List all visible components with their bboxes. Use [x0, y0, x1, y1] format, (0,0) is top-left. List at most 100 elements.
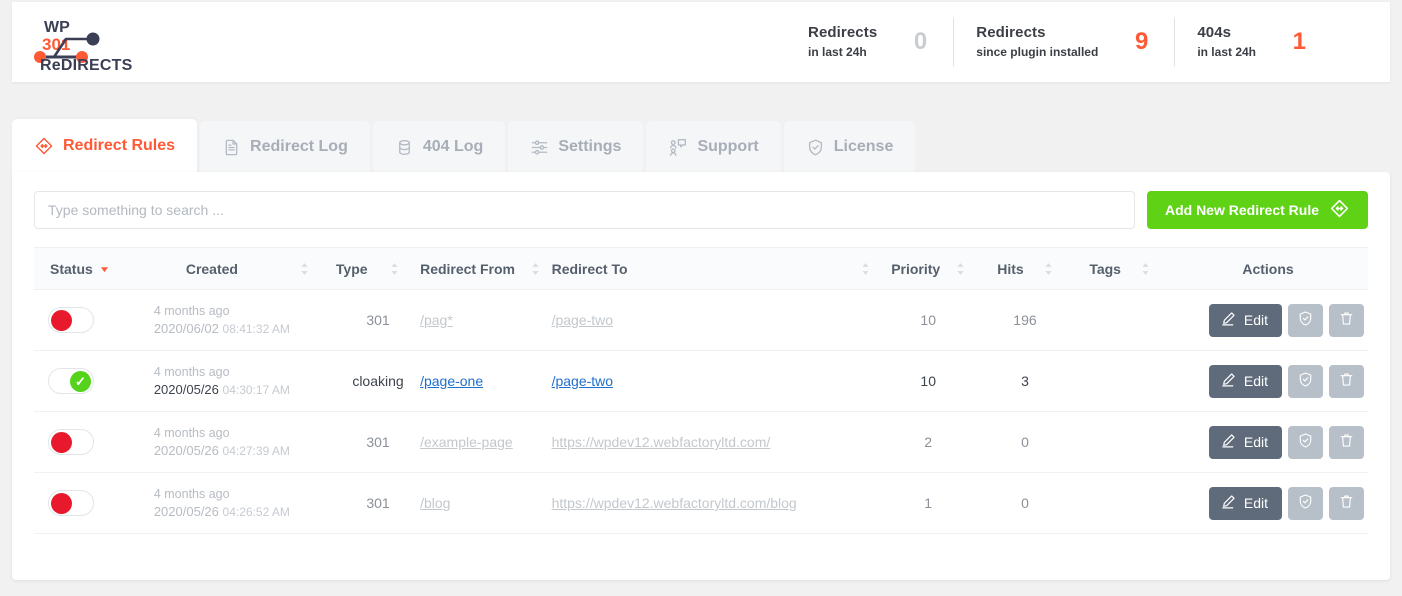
redirect-to-link[interactable]: https://wpdev12.webfactoryltd.com/blog: [552, 495, 797, 511]
shield-check-icon: [1297, 432, 1314, 452]
created-relative: 4 months ago: [153, 364, 230, 379]
sort-icon[interactable]: [390, 262, 399, 276]
cell-actions: Edit: [1168, 289, 1368, 351]
tab-label: 404 Log: [422, 138, 484, 155]
sort-icon[interactable]: [1044, 262, 1053, 276]
col-label: Priority: [891, 260, 941, 277]
sliders-icon: [530, 138, 549, 157]
app-header-bar: WP 301 ReDIRECTS Redirects in last 24h 0…: [12, 2, 1390, 82]
col-label: Hits: [997, 260, 1024, 277]
cell-redirect-from: /example-page: [420, 411, 552, 473]
pencil-icon: [1220, 432, 1237, 452]
add-new-redirect-rule-button[interactable]: Add New Redirect Rule: [1146, 191, 1368, 229]
cell-actions: Edit: [1168, 350, 1368, 412]
cell-redirect-to: https://wpdev12.webfactoryltd.com/blog: [551, 472, 878, 534]
cell-created: 4 months ago 2020/05/26 04:27:39 AM: [151, 411, 336, 473]
sort-icon[interactable]: [531, 262, 540, 276]
edit-label: Edit: [1243, 495, 1268, 511]
toggle-knob: [51, 431, 72, 453]
sort-desc-icon[interactable]: [99, 263, 110, 274]
search-input[interactable]: [34, 191, 1135, 229]
cell-type: cloaking: [335, 350, 421, 412]
sort-icon[interactable]: [300, 262, 309, 276]
col-created[interactable]: Created: [151, 247, 336, 290]
edit-label: Edit: [1243, 312, 1268, 328]
col-hits[interactable]: Hits: [978, 247, 1072, 290]
delete-button[interactable]: [1329, 364, 1364, 398]
tab-label: Support: [697, 138, 759, 155]
status-toggle[interactable]: ✓: [48, 368, 94, 394]
shield-check-icon: [806, 138, 825, 157]
stat-404s-24h: 404s in last 24h 1: [1174, 18, 1332, 66]
redirect-from-link[interactable]: /blog: [420, 495, 450, 511]
status-toggle[interactable]: [48, 307, 94, 333]
toggle-knob: ✓: [70, 370, 91, 392]
cell-tags: [1071, 350, 1169, 412]
redirect-to-link[interactable]: https://wpdev12.webfactoryltd.com/: [552, 434, 771, 450]
redirect-to-link[interactable]: /page-two: [552, 312, 613, 328]
col-label: Status: [50, 260, 93, 277]
svg-text:WP: WP: [44, 19, 70, 36]
header-stats: Redirects in last 24h 0 Redirects since …: [786, 18, 1332, 66]
delete-button[interactable]: [1329, 486, 1364, 520]
shield-check-button[interactable]: [1288, 303, 1323, 337]
edit-button[interactable]: Edit: [1208, 303, 1282, 337]
stat-value: 1: [1292, 28, 1306, 55]
col-status[interactable]: Status: [34, 247, 152, 290]
col-priority[interactable]: Priority: [877, 247, 979, 290]
created-date: 2020/05/26: [153, 503, 219, 519]
shield-check-button[interactable]: [1288, 486, 1323, 520]
col-tags[interactable]: Tags: [1071, 247, 1169, 290]
cell-actions: Edit: [1168, 472, 1368, 534]
cell-tags: [1071, 472, 1169, 534]
tab-redirect-log[interactable]: Redirect Log: [200, 121, 370, 173]
tab-label: Redirect Rules: [63, 137, 176, 154]
status-toggle[interactable]: [48, 429, 94, 455]
trash-icon: [1338, 432, 1355, 452]
stat-subtitle: since plugin installed: [976, 44, 1099, 59]
redirect-from-link[interactable]: /example-page: [420, 434, 513, 450]
cell-status: ✓: [34, 350, 152, 412]
edit-button[interactable]: Edit: [1208, 486, 1282, 520]
col-type[interactable]: Type: [335, 247, 421, 290]
toggle-knob: [51, 492, 72, 514]
pencil-icon: [1220, 493, 1237, 513]
redirect-rules-panel: Add New Redirect Rule Status: [12, 172, 1390, 580]
redirect-rules-table: Status Created Type Redirect From Redire…: [34, 247, 1368, 534]
sort-icon[interactable]: [861, 262, 870, 276]
cell-created: 4 months ago 2020/06/02 08:41:32 AM: [151, 289, 336, 351]
tab-label: Settings: [558, 138, 622, 155]
redirect-to-link[interactable]: /page-two: [552, 373, 613, 389]
col-redirect-from[interactable]: Redirect From: [420, 247, 552, 290]
table-row: 4 months ago 2020/06/02 08:41:32 AM 301 …: [34, 289, 1368, 351]
table-row: 4 months ago 2020/05/26 04:26:52 AM 301 …: [34, 472, 1368, 534]
tab-license[interactable]: License: [783, 121, 916, 173]
table-row: ✓ 4 months ago 2020/05/26 04:30:17 AM cl…: [34, 350, 1368, 412]
col-redirect-to[interactable]: Redirect To: [551, 247, 878, 290]
tab-redirect-rules[interactable]: Redirect Rules: [12, 119, 198, 173]
pencil-icon: [1220, 371, 1237, 391]
edit-label: Edit: [1243, 434, 1268, 450]
cell-redirect-from: /pag*: [420, 289, 552, 351]
created-relative: 4 months ago: [153, 303, 230, 318]
delete-button[interactable]: [1329, 303, 1364, 337]
cell-hits: 0: [978, 411, 1072, 473]
delete-button[interactable]: [1329, 425, 1364, 459]
redirect-from-link[interactable]: /page-one: [420, 373, 483, 389]
shield-check-button[interactable]: [1288, 364, 1323, 398]
check-icon: ✓: [75, 373, 86, 389]
tab-404-log[interactable]: 404 Log: [372, 121, 506, 173]
edit-button[interactable]: Edit: [1208, 425, 1282, 459]
trash-icon: [1338, 371, 1355, 391]
status-toggle[interactable]: [48, 490, 94, 516]
sort-icon[interactable]: [956, 262, 965, 276]
tab-support[interactable]: Support: [646, 121, 781, 173]
redirect-from-link[interactable]: /pag*: [420, 312, 453, 328]
tab-settings[interactable]: Settings: [508, 121, 644, 173]
cell-status: [34, 289, 152, 351]
sort-icon[interactable]: [1141, 262, 1150, 276]
created-date: 2020/05/26: [153, 381, 219, 397]
edit-button[interactable]: Edit: [1208, 364, 1282, 398]
shield-check-button[interactable]: [1288, 425, 1323, 459]
created-date: 2020/05/26: [153, 442, 219, 458]
